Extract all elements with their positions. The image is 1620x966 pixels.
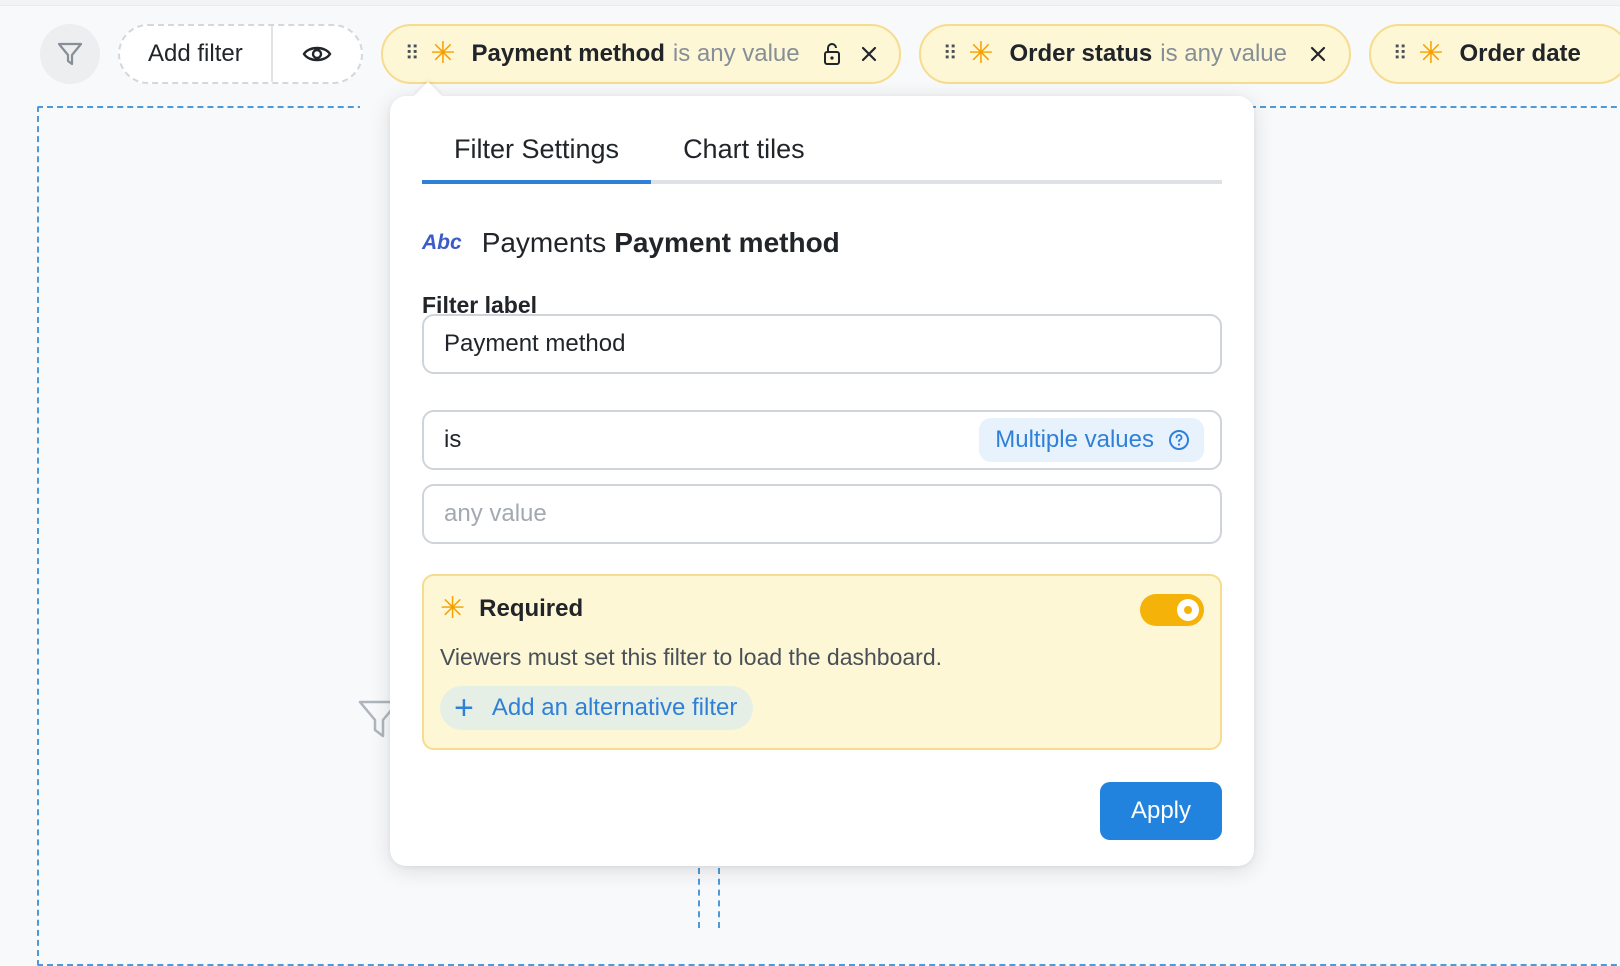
- filter-chip-order-status[interactable]: ⠿ ✳ Order status is any value: [918, 24, 1351, 84]
- top-strip: [0, 0, 1620, 6]
- popover-caret: [413, 81, 443, 111]
- close-icon[interactable]: [1309, 45, 1327, 63]
- filter-bar: Add filter ⠿ ✳ Payment method is any val…: [40, 24, 1620, 84]
- multiple-values-badge[interactable]: Multiple values: [979, 418, 1204, 462]
- required-section: ✳ Required Viewers must set this filter …: [422, 574, 1222, 750]
- required-star-icon: ✳: [440, 592, 466, 625]
- chip-name: Order status: [1009, 40, 1153, 67]
- toggle-knob: [1177, 599, 1199, 621]
- add-alternative-filter-button[interactable]: + Add an alternative filter: [440, 686, 754, 730]
- chip-name: Payment method: [471, 40, 665, 67]
- drag-handle-icon[interactable]: ⠿: [405, 44, 420, 64]
- value-input[interactable]: any value: [422, 484, 1222, 544]
- eye-icon: [302, 46, 332, 62]
- filter-chip-payment-method[interactable]: ⠿ ✳ Payment method is any value: [380, 24, 901, 84]
- close-icon[interactable]: [860, 45, 878, 63]
- add-filter-button[interactable]: Add filter: [120, 26, 273, 82]
- apply-button[interactable]: Apply: [1100, 782, 1222, 840]
- required-star-icon: ✳: [968, 37, 994, 70]
- add-alternative-filter-label: Add an alternative filter: [491, 694, 738, 721]
- visibility-button[interactable]: [273, 26, 361, 82]
- required-toggle[interactable]: [1140, 594, 1204, 626]
- drag-handle-icon[interactable]: ⠿: [1393, 44, 1408, 64]
- required-description: Viewers must set this filter to load the…: [440, 644, 943, 670]
- filter-settings-popover: Filter Settings Chart tiles Abc Payments…: [390, 81, 1254, 866]
- multiple-values-label: Multiple values: [995, 426, 1154, 453]
- funnel-icon: [57, 42, 83, 66]
- drag-handle-icon[interactable]: ⠿: [943, 44, 958, 64]
- plus-icon: +: [454, 689, 474, 727]
- field-name: Payment method: [614, 227, 840, 258]
- required-header: ✳ Required: [440, 594, 583, 624]
- add-filter-group: Add filter: [118, 24, 363, 84]
- chip-name: Order date: [1459, 40, 1581, 67]
- operator-value: is: [444, 426, 462, 453]
- tile-guide-line: [698, 868, 700, 928]
- popover-tabs: Filter Settings Chart tiles: [422, 124, 1222, 184]
- chip-operator: is any value: [1160, 40, 1287, 67]
- filter-label-value: Payment method: [444, 330, 626, 357]
- string-type-icon: Abc: [422, 231, 462, 254]
- filter-label-input[interactable]: Payment method: [422, 314, 1222, 374]
- unlock-icon[interactable]: [822, 42, 842, 66]
- chip-operator: is any value: [672, 40, 800, 67]
- required-star-icon: ✳: [430, 37, 456, 70]
- filters-toggle-button[interactable]: [40, 24, 100, 84]
- tile-guide-line: [718, 868, 720, 928]
- required-title: Required: [479, 595, 584, 622]
- required-star-icon: ✳: [1418, 37, 1444, 70]
- tab-filter-settings[interactable]: Filter Settings: [422, 124, 652, 184]
- field-table: Payments: [481, 227, 607, 258]
- field-title: Abc Payments Payment method: [422, 218, 840, 268]
- value-placeholder: any value: [444, 500, 547, 527]
- tab-chart-tiles[interactable]: Chart tiles: [651, 124, 837, 184]
- help-circle-icon[interactable]: [1168, 429, 1190, 451]
- operator-select[interactable]: is Multiple values: [422, 410, 1222, 470]
- filter-chip-order-date[interactable]: ⠿ ✳ Order date: [1368, 24, 1620, 84]
